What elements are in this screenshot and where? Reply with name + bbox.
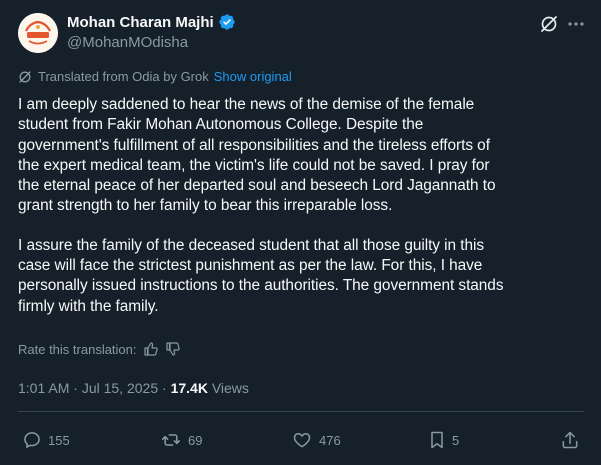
author-name[interactable]: Mohan Charan Majhi bbox=[67, 14, 214, 31]
tweet-paragraph-2: I assure the family of the deceased stud… bbox=[18, 236, 504, 315]
divider bbox=[18, 411, 584, 412]
like-icon bbox=[293, 433, 311, 448]
rate-translation-row: Rate this translation: bbox=[18, 341, 181, 357]
reply-button[interactable]: 155 bbox=[22, 430, 70, 450]
reply-icon bbox=[24, 432, 40, 448]
share-button[interactable] bbox=[560, 430, 586, 450]
tweet-meta: 1:01 AM · Jul 15, 2025 · 17.4K Views bbox=[18, 380, 249, 396]
repost-count: 69 bbox=[188, 432, 203, 448]
views-count: 17.4K bbox=[170, 380, 208, 396]
avatar-logo-icon bbox=[18, 13, 58, 53]
tweet: Mohan Charan Majhi @MohanMOdisha Transla… bbox=[0, 0, 601, 465]
rate-translation-label: Rate this translation: bbox=[18, 341, 137, 357]
views-label: Views bbox=[207, 380, 249, 396]
thumbs-up-icon[interactable] bbox=[143, 341, 159, 357]
tweet-body: I am deeply saddened to hear the news of… bbox=[18, 95, 588, 317]
grok-icon[interactable] bbox=[539, 14, 559, 34]
bookmark-icon bbox=[431, 431, 443, 449]
tweet-time[interactable]: 1:01 AM bbox=[18, 380, 69, 396]
like-count: 476 bbox=[319, 432, 341, 448]
translation-note-row: Translated from Odia by Grok Show origin… bbox=[18, 69, 292, 84]
verified-badge-icon bbox=[218, 13, 236, 31]
meta-separator: · bbox=[158, 380, 171, 396]
repost-button[interactable]: 69 bbox=[160, 430, 202, 450]
author-name-row[interactable]: Mohan Charan Majhi bbox=[67, 13, 236, 31]
avatar[interactable] bbox=[18, 13, 58, 53]
bookmark-count: 5 bbox=[452, 432, 460, 448]
translation-note: Translated from Odia by Grok bbox=[38, 69, 209, 84]
tweet-date[interactable]: Jul 15, 2025 bbox=[82, 380, 158, 396]
more-icon[interactable] bbox=[566, 14, 586, 34]
like-button[interactable]: 476 bbox=[291, 430, 341, 450]
tweet-paragraph-1: I am deeply saddened to hear the news of… bbox=[18, 96, 496, 215]
show-original-link[interactable]: Show original bbox=[214, 69, 292, 84]
bookmark-button[interactable]: 5 bbox=[428, 430, 459, 450]
thumbs-down-icon[interactable] bbox=[165, 341, 181, 357]
reply-count: 155 bbox=[48, 432, 70, 448]
share-icon bbox=[562, 431, 578, 449]
repost-icon bbox=[161, 434, 181, 446]
meta-separator: · bbox=[69, 380, 82, 396]
author-handle[interactable]: @MohanMOdisha bbox=[67, 34, 188, 51]
translate-icon bbox=[19, 70, 31, 83]
